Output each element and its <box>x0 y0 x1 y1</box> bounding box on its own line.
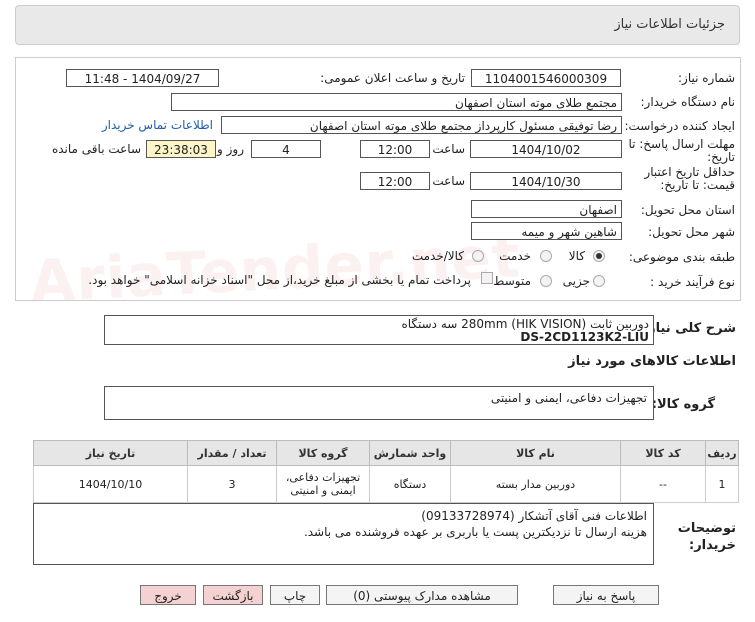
cell-need-date: 1404/10/10 <box>33 465 188 503</box>
validity-date-field: 1404/10/30 <box>470 172 622 190</box>
treasury-payment-note: پرداخت تمام یا بخشی از مبلغ خرید،از محل … <box>88 273 471 287</box>
need-number-label: شماره نیاز: <box>678 71 735 85</box>
process-partial-radio[interactable] <box>593 275 605 287</box>
remaining-time-field: 23:38:03 <box>146 140 216 158</box>
buyer-notes-line2: هزینه ارسال تا نزدیکترین پست یا باربری ب… <box>303 525 647 539</box>
days-field: 4 <box>251 140 321 158</box>
buyer-label: نام دستگاه خریدار: <box>640 95 736 109</box>
announce-field: 1404/09/27 - 11:48 <box>66 69 219 87</box>
th-goods-name: نام کالا <box>450 440 621 466</box>
category-service-radio[interactable] <box>540 250 552 262</box>
buyer-notes-box: اطلاعات فنی آقای آتشکار (09133728974) هز… <box>33 503 654 565</box>
validity-time-field: 12:00 <box>360 172 430 190</box>
page-title: جزئیات اطلاعات نیاز <box>614 17 725 32</box>
process-label: نوع فرآیند خرید : <box>650 275 735 289</box>
category-goods-service-radio[interactable] <box>472 250 484 262</box>
attachments-button[interactable]: مشاهده مدارک پیوستی (0) <box>326 585 518 605</box>
cell-unit: دستگاه <box>369 465 451 503</box>
page-header: جزئیات اطلاعات نیاز <box>15 5 740 45</box>
category-label: طبقه بندی موضوعی: <box>628 250 735 264</box>
contact-link[interactable]: اطلاعات تماس خریدار <box>102 118 213 132</box>
category-service-label: خدمت <box>499 249 531 263</box>
general-desc-label: شرح کلی نیاز: <box>642 321 736 336</box>
process-partial-label: جزیی <box>562 274 590 288</box>
cell-goods-code: -- <box>620 465 706 503</box>
th-quantity: تعداد / مقدار <box>187 440 277 466</box>
announce-label: تاریخ و ساعت اعلان عمومی: <box>320 71 465 85</box>
goods-table: ردیف کد کالا نام کالا واحد شمارش گروه کا… <box>33 440 739 503</box>
process-medium-radio[interactable] <box>540 275 552 287</box>
th-need-date: تاریخ نیاز <box>33 440 188 466</box>
province-label: استان محل تحویل: <box>640 203 735 217</box>
deadline-time-field: 12:00 <box>360 140 430 158</box>
goods-info-title: اطلاعات کالاهای مورد نیاز <box>568 354 736 369</box>
goods-group-label: گروه کالا: <box>651 397 715 412</box>
th-unit: واحد شمارش <box>369 440 451 466</box>
category-goods-label: کالا <box>568 249 585 263</box>
treasury-payment-checkbox[interactable] <box>481 272 493 284</box>
exit-button[interactable]: خروج <box>140 585 196 605</box>
city-field: شاهین شهر و میمه <box>471 222 622 240</box>
buyer-notes-label: توضیحات خریدار: <box>677 521 736 553</box>
process-medium-label: متوسط <box>493 274 531 288</box>
city-label: شهر محل تحویل: <box>648 225 735 239</box>
cell-goods-name: دوربین مدار بسته <box>450 465 621 503</box>
goods-group-value: تجهیزات دفاعی، ایمنی و امنیتی <box>490 391 647 405</box>
category-goods-service-label: کالا/خدمت <box>411 249 464 263</box>
cell-row-number: 1 <box>705 465 739 503</box>
need-number-field: 1104001546000309 <box>471 69 621 87</box>
province-field: اصفهان <box>471 200 622 218</box>
general-desc-line2: DS-2CD1123K2-LIU <box>520 330 649 344</box>
table-row: 1 -- دوربین مدار بسته دستگاه تجهیزات دفا… <box>33 465 739 503</box>
deadline-date-field: 1404/10/02 <box>470 140 622 158</box>
back-button[interactable]: بازگشت <box>203 585 263 605</box>
buyer-field: مجتمع طلای موته استان اصفهان <box>171 93 622 111</box>
deadline-time-label: ساعت <box>432 142 465 156</box>
category-goods-radio[interactable] <box>593 250 605 262</box>
buyer-notes-line1: اطلاعات فنی آقای آتشکار (09133728974) <box>421 509 647 523</box>
validity-label: حداقل تاریخ اعتبار قیمت: تا تاریخ: <box>644 165 735 192</box>
th-goods-group: گروه کالا <box>276 440 370 466</box>
cell-quantity: 3 <box>187 465 277 503</box>
reply-button[interactable]: پاسخ به نیاز <box>553 585 659 605</box>
validity-time-label: ساعت <box>432 174 465 188</box>
goods-group-box: تجهیزات دفاعی، ایمنی و امنیتی <box>104 386 654 420</box>
print-button[interactable]: چاپ <box>270 585 320 605</box>
cell-goods-group: تجهیزات دفاعی، ایمنی و امنیتی <box>276 465 370 503</box>
general-desc-box: دوربین ثابت (HIK VISION) 280mm سه دستگاه… <box>104 315 654 345</box>
th-goods-code: کد کالا <box>620 440 706 466</box>
deadline-label: مهلت ارسال پاسخ: تا تاریخ: <box>628 137 735 164</box>
remaining-label: ساعت باقی مانده <box>51 142 141 156</box>
days-label: روز و <box>217 142 244 156</box>
table-header-row: ردیف کد کالا نام کالا واحد شمارش گروه کا… <box>33 440 739 466</box>
creator-field: رضا توفیقی مسئول کارپرداز مجتمع طلای موت… <box>221 116 622 134</box>
creator-label: ایجاد کننده درخواست: <box>624 119 735 133</box>
th-row-number: ردیف <box>705 440 739 466</box>
